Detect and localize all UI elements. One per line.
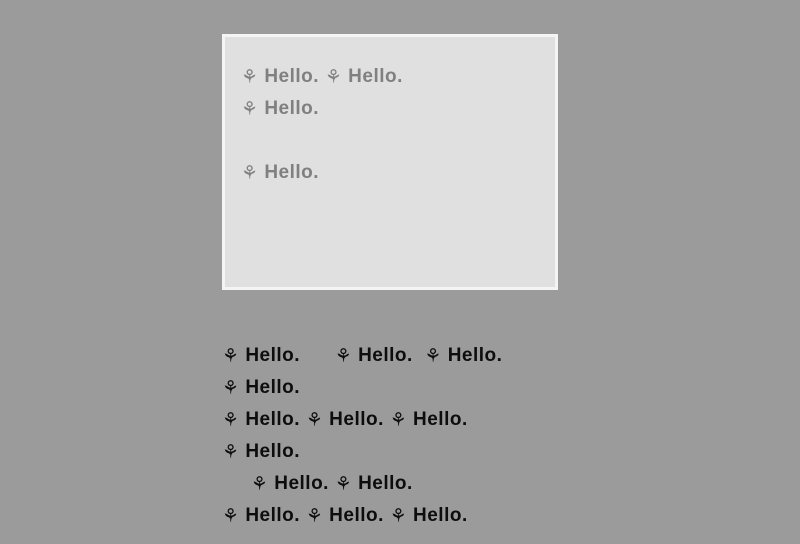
lower-text-block: ⚘ Hello. ⚘ Hello. ⚘ Hello.⚘ Hello.⚘ Hell… (222, 340, 622, 532)
flower-icon: ⚘ (241, 62, 259, 94)
top-panel: ⚘ Hello. ⚘ Hello.⚘ Hello. ⚘ Hello. (222, 34, 558, 290)
hello-word: Hello. (245, 441, 300, 462)
flower-icon: ⚘ (390, 501, 408, 533)
text-line: ⚘ Hello. ⚘ Hello. ⚘ Hello. (222, 500, 622, 532)
hello-word: Hello. (245, 345, 300, 366)
hello-word: Hello. (329, 505, 384, 526)
hello-word: Hello. (413, 505, 468, 526)
text-line: ⚘ Hello. ⚘ Hello. (241, 61, 539, 93)
flower-icon: ⚘ (222, 405, 240, 437)
hello-word: Hello. (264, 162, 319, 183)
hello-word: Hello. (358, 473, 413, 494)
flower-icon: ⚘ (306, 405, 324, 437)
flower-icon: ⚘ (222, 373, 240, 405)
hello-word: Hello. (245, 409, 300, 430)
hello-word: Hello. (329, 409, 384, 430)
flower-icon: ⚘ (251, 469, 269, 501)
flower-icon: ⚘ (222, 501, 240, 533)
hello-word: Hello. (348, 66, 403, 87)
flower-icon: ⚘ (424, 341, 442, 373)
flower-icon: ⚘ (222, 341, 240, 373)
flower-icon: ⚘ (325, 62, 343, 94)
hello-word: Hello. (413, 409, 468, 430)
flower-icon: ⚘ (241, 94, 259, 126)
text-line: ⚘ Hello. (241, 93, 539, 125)
hello-word: Hello. (245, 377, 300, 398)
flower-icon: ⚘ (241, 158, 259, 190)
hello-word: Hello. (448, 345, 503, 366)
flower-icon: ⚘ (335, 469, 353, 501)
hello-word: Hello. (245, 505, 300, 526)
hello-word: Hello. (274, 473, 329, 494)
flower-icon: ⚘ (390, 405, 408, 437)
text-line: ⚘ Hello. ⚘ Hello. (222, 468, 622, 500)
text-line: ⚘ Hello. ⚘ Hello. ⚘ Hello. (222, 404, 622, 436)
hello-word: Hello. (264, 66, 319, 87)
hello-word: Hello. (264, 98, 319, 119)
hello-word: Hello. (358, 345, 413, 366)
flower-icon: ⚘ (222, 437, 240, 469)
flower-icon: ⚘ (306, 501, 324, 533)
text-line: ⚘ Hello. ⚘ Hello. ⚘ Hello. (222, 340, 622, 372)
text-line: ⚘ Hello. (241, 157, 539, 189)
text-line: ⚘ Hello. (222, 436, 622, 468)
text-line: ⚘ Hello. (222, 372, 622, 404)
flower-icon: ⚘ (335, 341, 353, 373)
